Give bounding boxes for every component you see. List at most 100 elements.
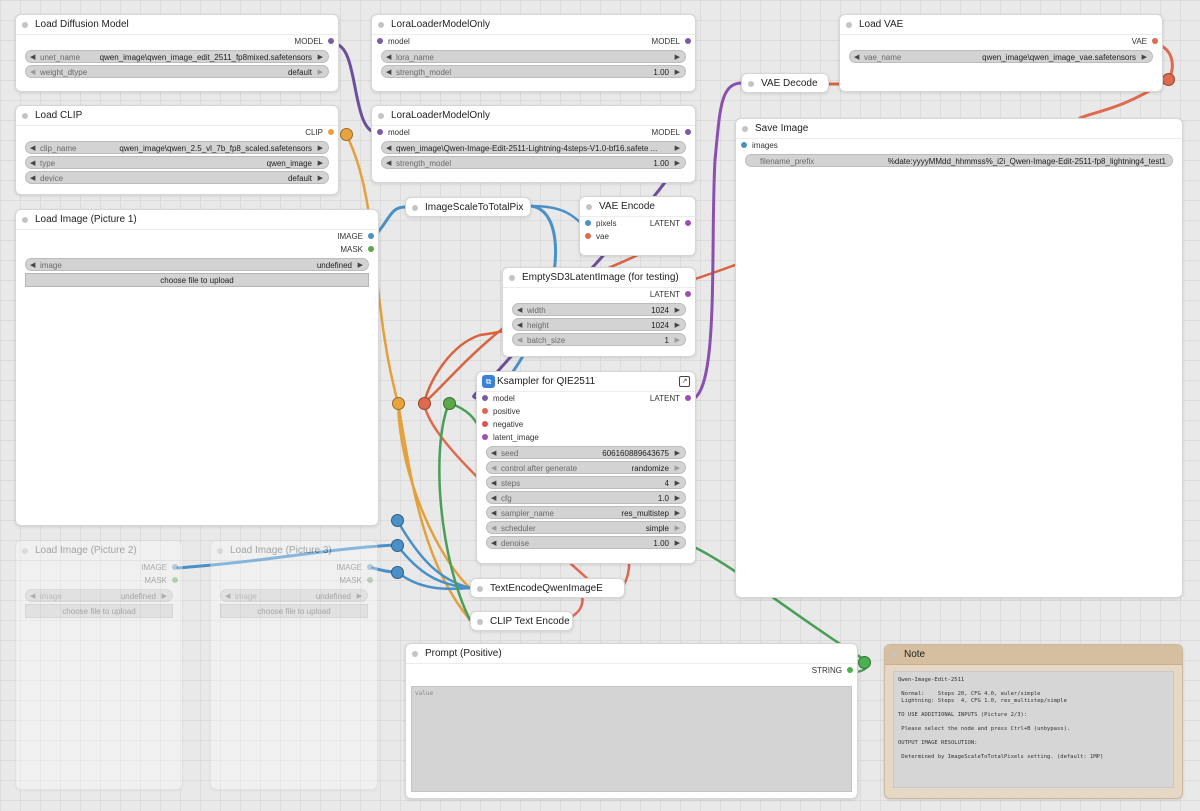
node-image-scale-to-total-pix[interactable]: ImageScaleToTotalPix <box>405 197 531 217</box>
widget-control-after-generate[interactable]: ◀ control after generate randomize ▶ <box>486 461 686 474</box>
arrow-right-icon[interactable]: ▶ <box>675 157 680 168</box>
collapse-dot-icon[interactable] <box>846 22 852 28</box>
node-ksampler[interactable]: ⧉ Ksampler for QIE2511 ↗ model LATENT posi… <box>476 371 696 564</box>
collapse-dot-icon[interactable] <box>477 586 483 592</box>
arrow-right-icon[interactable]: ▶ <box>1142 51 1147 62</box>
slot-dot-icon[interactable] <box>328 38 334 44</box>
node-title[interactable]: Prompt (Positive) <box>406 644 857 664</box>
slot-dot-icon[interactable] <box>685 220 691 226</box>
node-lora-loader-2[interactable]: LoraLoaderModelOnly model MODEL ◀ qwen_im… <box>371 105 696 183</box>
output-slot-model[interactable]: MODEL <box>16 35 338 48</box>
output-slot-model[interactable]: MODEL <box>652 35 695 48</box>
input-slot-model[interactable]: model <box>372 35 410 48</box>
arrow-right-icon[interactable]: ▶ <box>675 66 680 77</box>
node-title[interactable]: ImageScaleToTotalPix <box>406 198 530 218</box>
widget-cfg[interactable]: ◀ cfg 1.0 ▶ <box>486 491 686 504</box>
collapse-dot-icon[interactable] <box>22 113 28 119</box>
widget-unet-name[interactable]: ◀ unet_name qwen_image\qwen_image_edit_251… <box>25 50 329 63</box>
node-note[interactable]: Note Qwen-Image-Edit-2511 Normal: Steps … <box>884 644 1183 799</box>
arrow-right-icon[interactable]: ▶ <box>675 492 680 503</box>
slot-dot-icon[interactable] <box>172 564 178 570</box>
arrow-left-icon[interactable]: ◀ <box>491 522 496 533</box>
node-clip-text-encode[interactable]: CLIP Text Encode <box>470 611 573 631</box>
arrow-left-icon[interactable]: ◀ <box>30 66 35 77</box>
widget-clip-name[interactable]: ◀ clip_name qwen_image\qwen_2.5_vl_7b_fp8_… <box>25 141 329 154</box>
widget-image[interactable]: ◀ image undefined ▶ <box>25 589 173 602</box>
arrow-left-icon[interactable]: ◀ <box>517 304 522 315</box>
slot-dot-icon[interactable] <box>685 38 691 44</box>
arrow-right-icon[interactable]: ▶ <box>675 319 680 330</box>
input-slot-positive[interactable]: positive <box>477 405 695 418</box>
widget-scheduler[interactable]: ◀ scheduler simple ▶ <box>486 521 686 534</box>
reroute-clip[interactable] <box>392 397 405 410</box>
arrow-left-icon[interactable]: ◀ <box>517 334 522 345</box>
widget-weight-dtype[interactable]: ◀ weight_dtype default ▶ <box>25 65 329 78</box>
widget-image[interactable]: ◀ image undefined ▶ <box>25 258 369 271</box>
output-slot-mask[interactable]: MASK <box>211 574 377 587</box>
slot-dot-icon[interactable] <box>685 129 691 135</box>
node-vae-decode[interactable]: VAE Decode <box>741 73 829 93</box>
output-slot-mask[interactable]: MASK <box>16 574 182 587</box>
node-save-image[interactable]: Save Image images filename_prefix %date:y… <box>735 118 1183 598</box>
node-title[interactable]: Load Diffusion Model <box>16 15 338 35</box>
choose-file-button[interactable]: choose file to upload <box>25 273 369 287</box>
slot-dot-icon[interactable] <box>328 129 334 135</box>
widget-denoise[interactable]: ◀ denoise 1.00 ▶ <box>486 536 686 549</box>
slot-dot-icon[interactable] <box>367 564 373 570</box>
slot-dot-icon[interactable] <box>1152 38 1158 44</box>
arrow-left-icon[interactable]: ◀ <box>491 492 496 503</box>
collapse-dot-icon[interactable] <box>412 651 418 657</box>
slot-dot-icon[interactable] <box>367 577 373 583</box>
node-load-clip[interactable]: Load CLIP CLIP ◀ clip_name qwen_image\qwen… <box>15 105 339 195</box>
collapse-dot-icon[interactable] <box>22 217 28 223</box>
slot-dot-icon[interactable] <box>482 408 488 414</box>
arrow-left-icon[interactable]: ◀ <box>30 172 35 183</box>
output-slot-latent[interactable]: LATENT <box>650 392 695 405</box>
slot-dot-icon[interactable] <box>585 233 591 239</box>
node-load-image-1[interactable]: Load Image (Picture 1) IMAGE MASK ◀ image… <box>15 209 379 526</box>
node-title[interactable]: Save Image <box>736 119 1182 139</box>
slot-dot-icon[interactable] <box>377 38 383 44</box>
widget-filename-prefix[interactable]: filename_prefix %date:yyyyMMdd_hhmmss%_i2… <box>745 154 1173 167</box>
prompt-textarea[interactable]: value <box>411 686 852 792</box>
slot-dot-icon[interactable] <box>368 246 374 252</box>
node-load-diffusion-model[interactable]: Load Diffusion Model MODEL ◀ unet_name qwe… <box>15 14 339 92</box>
widget-sampler-name[interactable]: ◀ sampler_name res_multistep ▶ <box>486 506 686 519</box>
reroute-image[interactable] <box>391 566 404 579</box>
slot-dot-icon[interactable] <box>685 395 691 401</box>
arrow-left-icon[interactable]: ◀ <box>30 259 35 270</box>
node-title[interactable]: VAE Decode <box>742 74 828 94</box>
widget-width[interactable]: ◀ width 1024 ▶ <box>512 303 686 316</box>
reroute-vae[interactable] <box>418 397 431 410</box>
arrow-right-icon[interactable]: ▶ <box>675 334 680 345</box>
reroute-vae[interactable] <box>1162 73 1175 86</box>
slot-dot-icon[interactable] <box>847 667 853 673</box>
output-slot-latent[interactable]: LATENT <box>503 288 695 301</box>
output-slot-mask[interactable]: MASK <box>16 243 378 256</box>
input-slot-latent-image[interactable]: latent_image <box>477 431 695 444</box>
output-slot-latent[interactable]: LATENT <box>650 217 695 230</box>
widget-image[interactable]: ◀ image undefined ▶ <box>220 589 368 602</box>
arrow-right-icon[interactable]: ▶ <box>675 507 680 518</box>
node-title[interactable]: LoraLoaderModelOnly <box>372 106 695 126</box>
collapse-dot-icon[interactable] <box>509 275 515 281</box>
arrow-right-icon[interactable]: ▶ <box>318 142 323 153</box>
node-title[interactable]: Load VAE <box>840 15 1162 35</box>
output-slot-image[interactable]: IMAGE <box>16 230 378 243</box>
node-title[interactable]: VAE Encode <box>580 197 695 217</box>
reroute-image[interactable] <box>391 514 404 527</box>
collapse-dot-icon[interactable] <box>748 81 754 87</box>
widget-batch-size[interactable]: ◀ batch_size 1 ▶ <box>512 333 686 346</box>
node-title[interactable]: ⧉ Ksampler for QIE2511 ↗ <box>477 372 695 392</box>
slot-dot-icon[interactable] <box>377 129 383 135</box>
reroute-image[interactable] <box>391 539 404 552</box>
collapse-dot-icon[interactable] <box>378 22 384 28</box>
arrow-left-icon[interactable]: ◀ <box>386 66 391 77</box>
widget-height[interactable]: ◀ height 1024 ▶ <box>512 318 686 331</box>
output-slot-image[interactable]: IMAGE <box>211 561 377 574</box>
widget-steps[interactable]: ◀ steps 4 ▶ <box>486 476 686 489</box>
arrow-right-icon[interactable]: ▶ <box>675 477 680 488</box>
node-title[interactable]: Load Image (Picture 2) <box>16 541 182 561</box>
arrow-right-icon[interactable]: ▶ <box>318 157 323 168</box>
node-load-image-3[interactable]: Load Image (Picture 3) IMAGE MASK ◀ image… <box>210 540 378 790</box>
